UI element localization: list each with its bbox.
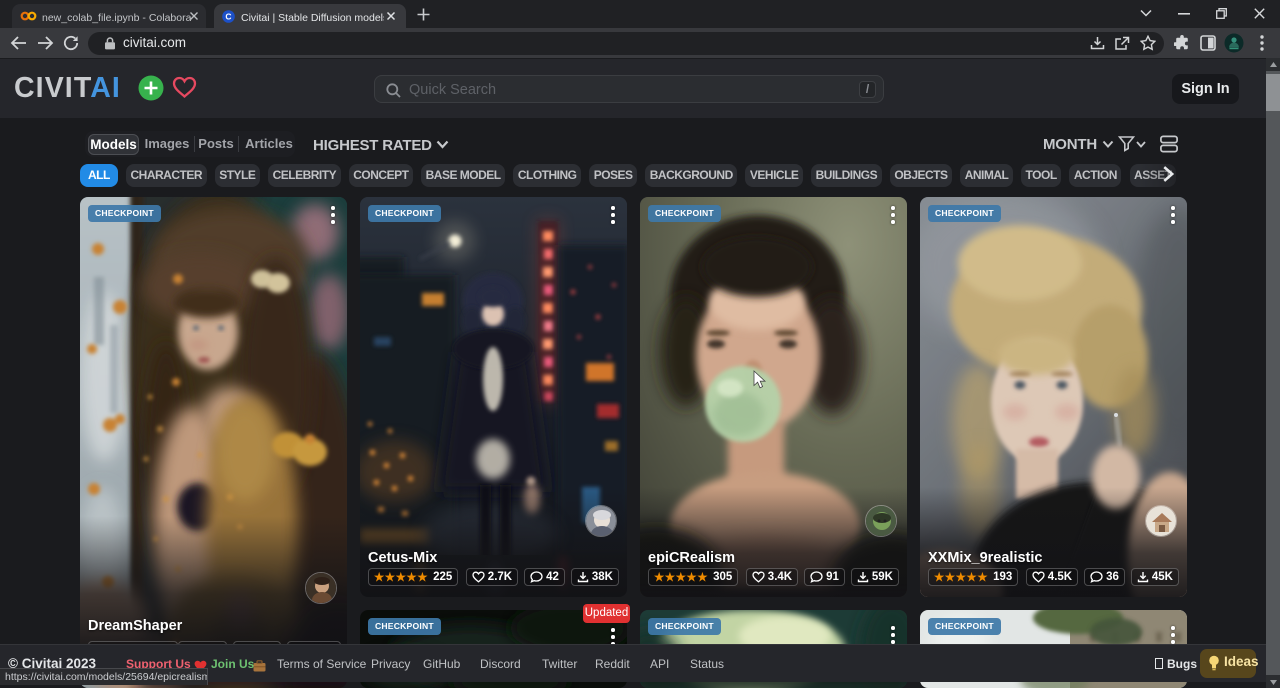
- svg-text:C: C: [225, 11, 231, 21]
